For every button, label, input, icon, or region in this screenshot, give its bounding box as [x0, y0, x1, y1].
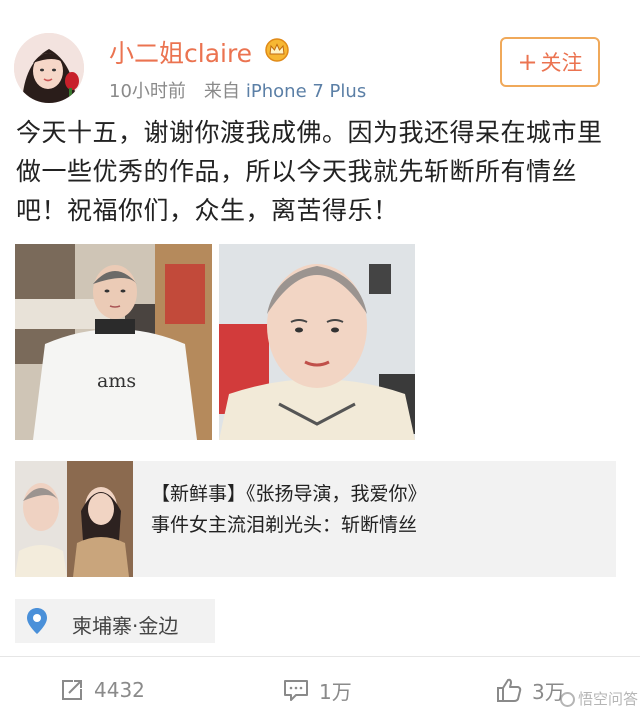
watermark: 悟空问答: [560, 688, 638, 709]
divider: [0, 656, 640, 657]
post-photo-1[interactable]: ams: [15, 244, 212, 440]
post-time: 10小时前: [109, 81, 186, 102]
post-photo-2[interactable]: [219, 244, 415, 440]
repost-card-subtitle: 事件女主流泪剃光头：斩断情丝: [151, 514, 418, 536]
post-text: 今天十五，谢谢你渡我成佛。因为我还得呆在城市里做一些优秀的作品，所以今天我就先斩…: [16, 118, 603, 225]
location-label: 柬埔寨·金边: [72, 614, 179, 638]
repost-count: 4432: [94, 678, 145, 702]
repost-icon: [62, 680, 82, 700]
comment-button[interactable]: 1万: [283, 676, 352, 704]
like-button[interactable]: 3万: [496, 676, 565, 704]
vip-crown-icon: [264, 38, 290, 62]
repost-card-thumbnail[interactable]: [15, 461, 133, 577]
follow-label: 关注: [540, 51, 583, 75]
follow-button[interactable]: + 关注: [500, 37, 600, 87]
thumbs-up-icon: [497, 678, 522, 702]
device-link[interactable]: iPhone 7 Plus: [246, 81, 366, 102]
username[interactable]: 小二姐claire: [109, 34, 252, 70]
wukong-logo-icon: [560, 692, 575, 707]
repost-button[interactable]: 4432: [60, 676, 145, 704]
location-pin-icon: [26, 607, 48, 635]
source-prefix: 来自: [203, 81, 240, 102]
photo-cape-logo: ams: [97, 370, 137, 392]
avatar[interactable]: [14, 33, 84, 103]
plus-icon: +: [517, 48, 538, 76]
repost-card-title: 【新鲜事】《张扬导演，我爱你》: [151, 483, 427, 505]
comment-icon: [284, 680, 308, 701]
watermark-text: 悟空问答: [578, 690, 639, 708]
comment-count: 1万: [319, 679, 352, 704]
post-meta: 10小时前 来自 iPhone 7 Plus: [109, 77, 366, 103]
